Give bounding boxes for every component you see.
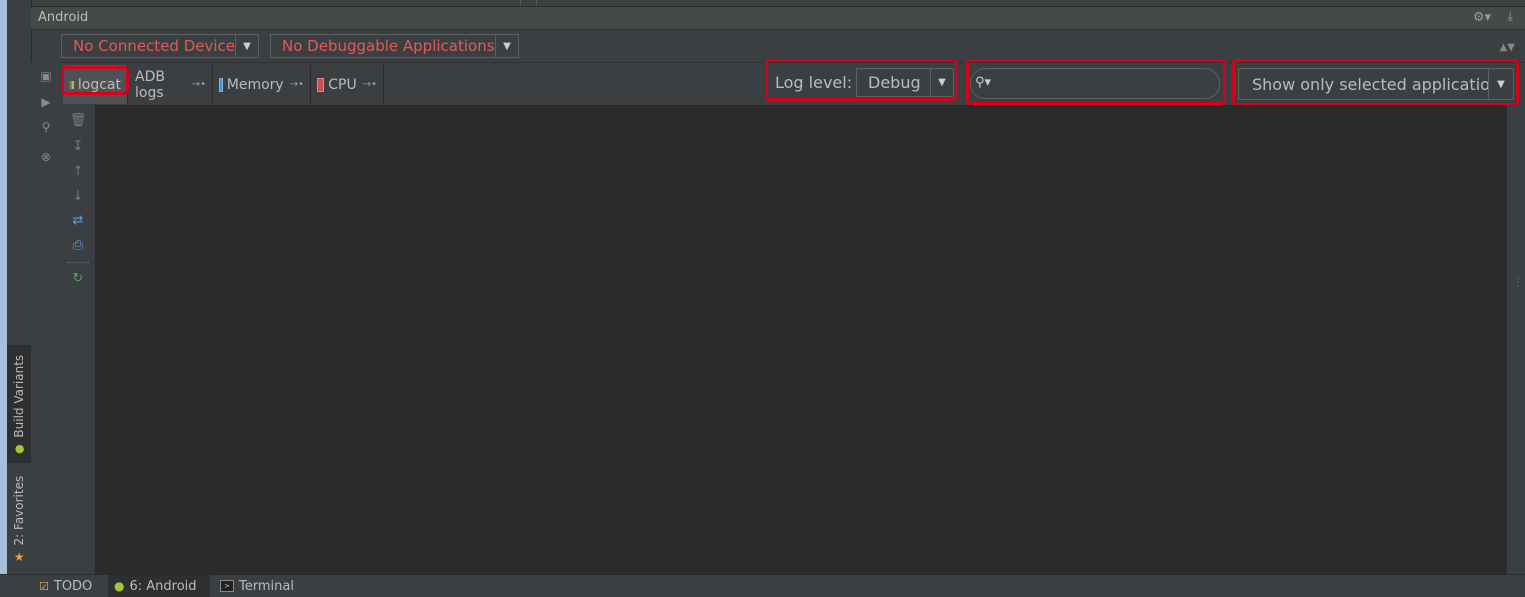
memory-chart-icon bbox=[219, 77, 223, 92]
tab-logcat[interactable]: logcat bbox=[63, 65, 128, 104]
print-icon[interactable]: ⎙ bbox=[69, 236, 87, 254]
bottom-tab-label: Terminal bbox=[239, 578, 294, 594]
camera-icon[interactable]: ▣ bbox=[38, 68, 54, 84]
device-dropdown-value: No Connected Device bbox=[73, 37, 235, 55]
tool-window-header: Android ⚙▾ ⤓ bbox=[31, 7, 1525, 30]
application-dropdown[interactable]: No Debuggable Applications ▼ bbox=[270, 34, 519, 58]
vertical-scrollbar[interactable]: ⋮ bbox=[1507, 105, 1525, 574]
cpu-chart-icon bbox=[317, 77, 325, 92]
tab-cpu[interactable]: CPU →• bbox=[311, 65, 384, 104]
pin-icon[interactable]: →• bbox=[363, 79, 377, 90]
device-dropdown[interactable]: No Connected Device ▼ bbox=[61, 34, 259, 58]
terminal-icon: > bbox=[220, 580, 234, 592]
tab-label: CPU bbox=[328, 76, 357, 93]
system-info-icon[interactable]: ⚲ bbox=[38, 119, 54, 135]
device-action-strip: ▣ ▶ ⚲ ⊗ bbox=[31, 62, 61, 574]
bottom-tool-window-bar: ☑ TODO ● 6: Android > Terminal bbox=[0, 574, 1525, 597]
search-input[interactable] bbox=[997, 73, 1211, 95]
log-level-label: Log level: bbox=[775, 73, 853, 92]
bottom-tab-todo[interactable]: ☑ TODO bbox=[33, 575, 98, 597]
splitter bbox=[536, 0, 537, 6]
log-level-value: Debug bbox=[868, 73, 921, 92]
side-tab-build-variants[interactable]: ● Build Variants bbox=[7, 345, 31, 463]
side-tab-label: Build Variants bbox=[12, 354, 26, 438]
arrow-down-icon[interactable]: ↓ bbox=[69, 187, 87, 205]
side-tab-label: 2: Favorites bbox=[12, 475, 26, 546]
divider bbox=[67, 262, 89, 263]
terminate-app-icon[interactable]: ⊗ bbox=[38, 149, 54, 165]
logcat-toolbar: 🗑 ↧ ↑ ↓ ⇄ ⎙ ↻ bbox=[61, 104, 96, 574]
window-edge bbox=[0, 0, 7, 596]
filter-dropdown[interactable]: Show only selected application ▼ bbox=[1238, 68, 1514, 100]
star-icon: ★ bbox=[13, 549, 25, 564]
tab-memory[interactable]: Memory →• bbox=[213, 65, 311, 104]
tab-label: Memory bbox=[226, 76, 284, 93]
android-icon: ● bbox=[114, 579, 125, 593]
bottom-tab-terminal[interactable]: > Terminal bbox=[214, 575, 300, 597]
screen-record-icon[interactable]: ▶ bbox=[38, 94, 54, 110]
trash-icon[interactable]: 🗑 bbox=[69, 111, 87, 129]
resize-grip-icon[interactable]: ⋮ bbox=[1513, 277, 1523, 288]
side-tab-favorites[interactable]: ★ 2: Favorites bbox=[7, 470, 31, 568]
tab-label: logcat bbox=[77, 76, 121, 93]
scroll-to-end-icon[interactable]: ↧ bbox=[69, 137, 87, 155]
android-icon: ● bbox=[14, 441, 24, 455]
collapse-arrows-icon[interactable]: ▲▼ bbox=[1500, 42, 1515, 53]
chevron-down-icon[interactable]: ▼ bbox=[235, 35, 258, 57]
bottom-tab-android[interactable]: ● 6: Android bbox=[108, 575, 210, 597]
arrow-up-icon[interactable]: ↑ bbox=[69, 162, 87, 180]
splitter bbox=[520, 0, 521, 6]
restart-icon[interactable]: ↻ bbox=[69, 269, 87, 287]
application-dropdown-value: No Debuggable Applications bbox=[282, 37, 495, 55]
filter-dropdown-value: Show only selected application bbox=[1252, 74, 1488, 94]
log-level-dropdown[interactable]: Debug ▼ bbox=[856, 68, 954, 97]
logcat-icon bbox=[69, 80, 74, 89]
left-tool-window-bar: ● Build Variants ★ 2: Favorites bbox=[7, 0, 32, 574]
logcat-output[interactable] bbox=[96, 105, 1507, 574]
search-icon[interactable]: ⚲▾ bbox=[975, 75, 991, 90]
bottom-tab-label: TODO bbox=[53, 578, 93, 594]
soft-wrap-icon[interactable]: ⇄ bbox=[69, 211, 87, 229]
gear-icon[interactable]: ⚙▾ bbox=[1473, 10, 1491, 25]
panel-title: Android bbox=[38, 10, 89, 25]
editor-top-strip bbox=[31, 0, 1525, 7]
tab-adb-logs[interactable]: ADB logs →• bbox=[129, 65, 213, 104]
bottom-tab-label: 6: Android bbox=[129, 578, 197, 594]
chevron-down-icon[interactable]: ▼ bbox=[495, 35, 518, 57]
logcat-search[interactable]: ⚲▾ bbox=[970, 68, 1220, 99]
pin-icon[interactable]: →• bbox=[290, 79, 304, 90]
chevron-down-icon[interactable]: ▼ bbox=[930, 69, 953, 96]
todo-icon: ☑ bbox=[39, 579, 49, 593]
chevron-down-icon[interactable]: ▼ bbox=[1488, 69, 1513, 99]
tab-label: ADB logs bbox=[135, 68, 165, 101]
pin-icon[interactable]: →• bbox=[192, 79, 206, 90]
hide-panel-icon[interactable]: ⤓ bbox=[1507, 9, 1513, 24]
